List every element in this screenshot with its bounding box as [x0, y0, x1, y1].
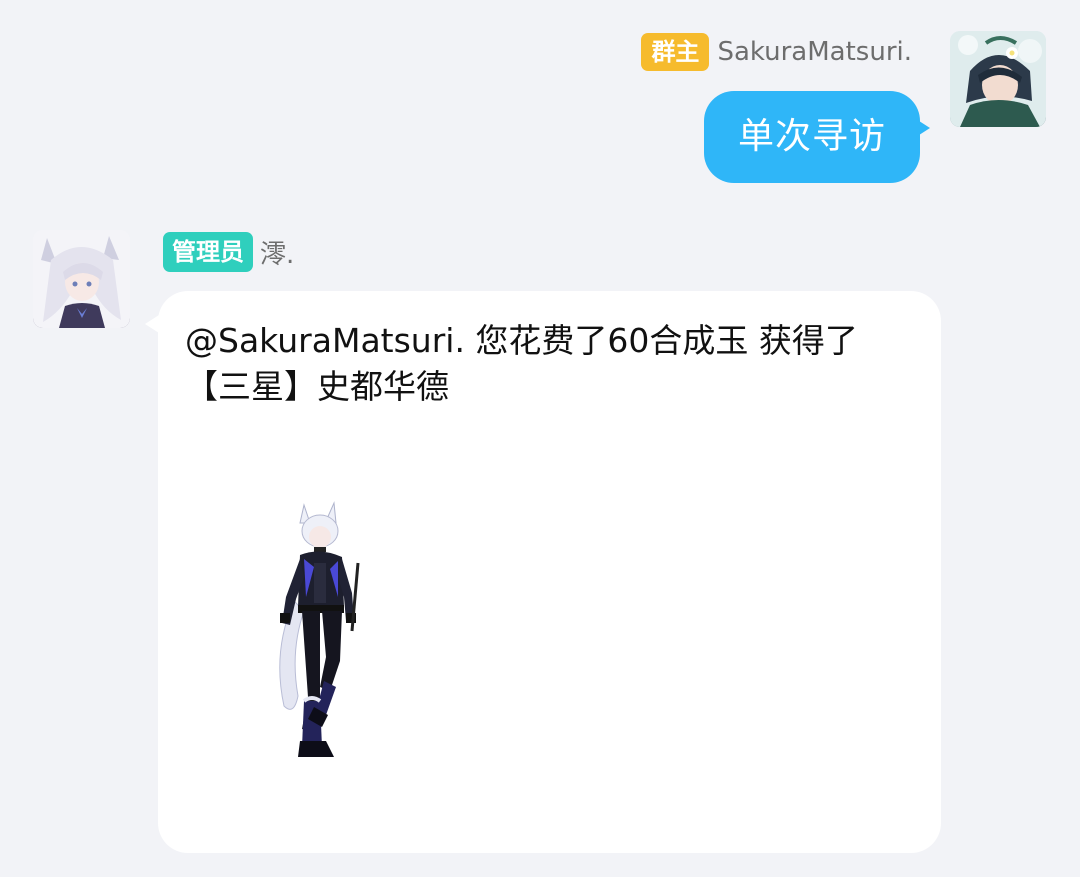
message-text: @SakuraMatsuri. 您花费了60合成玉 获得了 【三星】史都华德 [185, 318, 915, 410]
sender-name[interactable]: SakuraMatsuri. [717, 37, 912, 67]
message-line: 【三星】史都华德 [185, 367, 449, 406]
avatar-portrait-image [950, 31, 1046, 127]
role-badge-admin: 管理员 [163, 232, 253, 272]
message-header: 群主 SakuraMatsuri. [641, 33, 912, 71]
message-line: @SakuraMatsuri. 您花费了60合成玉 获得了 [185, 321, 858, 360]
character-illustration[interactable] [264, 501, 364, 771]
bubble-tail [916, 119, 930, 137]
message-header: 管理员 澪. [163, 232, 294, 272]
avatar-portrait-image [33, 230, 130, 328]
avatar[interactable] [33, 230, 130, 328]
avatar[interactable] [950, 31, 1046, 127]
sender-name[interactable]: 澪. [260, 234, 294, 271]
message-bubble[interactable]: 单次寻访 [704, 91, 930, 183]
message-text: 单次寻访 [737, 116, 886, 157]
role-badge-owner: 群主 [641, 33, 710, 71]
message-bubble[interactable]: @SakuraMatsuri. 您花费了60合成玉 获得了 【三星】史都华德 [145, 291, 941, 853]
chat-window: 群主 SakuraMatsuri. 单次寻访 管理员 澪. @SakuraMat… [0, 0, 1080, 877]
bubble-tail [145, 315, 159, 333]
